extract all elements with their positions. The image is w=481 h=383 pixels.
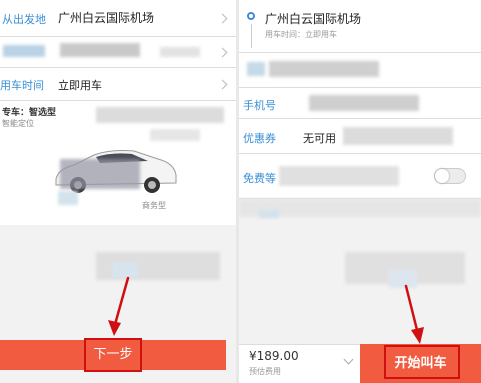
route-line [251, 24, 252, 48]
blurred-text [96, 107, 224, 123]
origin-value: 广州白云国际机场 [265, 12, 362, 26]
coupon-row[interactable]: 优惠券 无可用 [239, 119, 481, 154]
red-arrow-icon [404, 284, 424, 344]
blurred-text [343, 127, 453, 145]
trip-summary: 广州白云国际机场 用车时间：立即用车 [239, 0, 481, 53]
blurred-text [269, 61, 379, 77]
blurred-block [259, 210, 279, 218]
blurred-icon [247, 62, 265, 76]
phone-row[interactable]: 手机号 [239, 88, 481, 119]
time-label: 用车时间 [0, 79, 44, 92]
start-call-highlight [384, 345, 460, 379]
next-button-highlight [84, 338, 142, 372]
coupon-value: 无可用 [303, 132, 336, 145]
origin-value: 广州白云国际机场 [58, 11, 155, 25]
toggle-knob [435, 169, 449, 183]
blurred-value [160, 47, 200, 57]
blurred-value [60, 43, 140, 57]
blurred-phone [309, 95, 419, 111]
origin-label: 从出发地 [2, 13, 46, 26]
chevron-down-icon[interactable] [343, 354, 354, 365]
wait-toggle[interactable] [434, 168, 466, 184]
chevron-right-icon [217, 47, 228, 58]
blurred-text [150, 129, 200, 141]
blurred-text [279, 166, 399, 186]
chevron-right-icon [217, 13, 228, 24]
destination-row[interactable] [0, 37, 236, 68]
coupon-label: 优惠券 [243, 132, 276, 145]
car-type-card[interactable]: 专车：智选型 智能定位 商务型 [0, 101, 236, 225]
toggle-label: 免费等 [243, 172, 276, 185]
car-type-label: 专车：智选型 [2, 108, 57, 118]
time-row[interactable]: 用车时间 立即用车 [0, 68, 236, 101]
car-caption: 商务型 [142, 201, 166, 210]
destination-row[interactable] [239, 53, 481, 88]
price-value: ¥189.00 [249, 349, 299, 363]
phone-label: 手机号 [243, 99, 276, 112]
chevron-right-icon [217, 79, 228, 90]
right-phone-screen: 广州白云国际机场 用车时间：立即用车 手机号 优惠券 无可用 免费等 ¥189.… [239, 0, 481, 383]
red-arrow-icon [108, 276, 130, 336]
car-type-subtitle: 智能定位 [2, 119, 34, 128]
blurred-label [3, 45, 45, 57]
toggle-row: 免费等 [239, 154, 481, 199]
blurred-block [58, 191, 78, 205]
blurred-overlay [60, 159, 140, 189]
origin-dot-icon [247, 12, 255, 20]
time-value: 立即用车 [58, 79, 102, 92]
price-subtitle: 预估费用 [249, 367, 281, 376]
origin-row[interactable]: 从出发地 广州白云国际机场 [0, 0, 236, 37]
time-subtitle: 用车时间：立即用车 [265, 30, 337, 39]
